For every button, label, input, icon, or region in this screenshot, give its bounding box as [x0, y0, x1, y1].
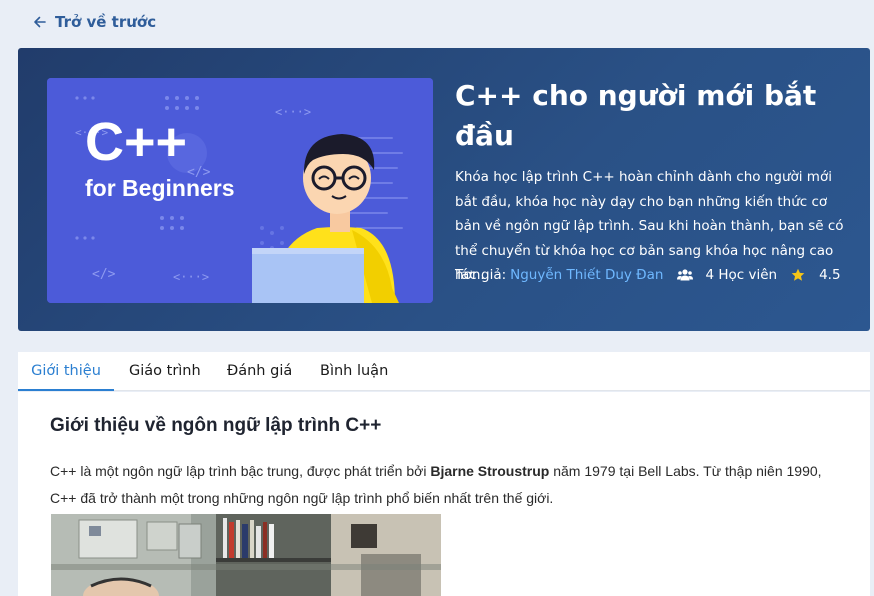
rating-value: 4.5	[819, 267, 841, 283]
tab-comments[interactable]: Bình luận	[320, 352, 388, 389]
back-link-label: Trở về trước	[55, 13, 157, 31]
users-icon	[677, 269, 694, 281]
course-thumbnail: </> </> <···> <···> <···> C++ for Beginn…	[47, 78, 433, 303]
svg-text:<···>: <···>	[275, 105, 311, 119]
course-thumbnail-illustration: </> </> <···> <···> <···> C++ for Beginn…	[47, 78, 433, 303]
svg-text:</>: </>	[92, 267, 116, 282]
student-count: 4 Học viên	[705, 267, 778, 283]
course-tabs: Giới thiệu Giáo trình Đánh giá Bình luận	[18, 352, 870, 391]
intro-paragraph: C++ là một ngôn ngữ lập trình bậc trung,…	[50, 458, 830, 511]
thumbnail-title-line1: C++	[85, 112, 187, 172]
arrow-left-icon	[34, 16, 46, 28]
intro-text-bold: Bjarne Stroustrup	[430, 463, 550, 479]
star-icon	[791, 268, 805, 281]
tab-reviews[interactable]: Đánh giá	[227, 352, 292, 389]
author-link[interactable]: Nguyễn Thiết Duy Đan	[510, 267, 663, 283]
intro-text-1: C++ là một ngôn ngữ lập trình bậc trung,…	[50, 463, 431, 479]
tab-introduction[interactable]: Giới thiệu	[18, 352, 114, 391]
tab-curriculum[interactable]: Giáo trình	[129, 352, 201, 389]
section-title: Giới thiệu về ngôn ngữ lập trình C++	[50, 415, 382, 436]
stroustrup-photo	[51, 514, 441, 596]
course-title: C++ cho người mới bắt đầu	[455, 79, 817, 152]
svg-text:<···>: <···>	[173, 270, 209, 284]
thumbnail-title-line2: for Beginners	[85, 175, 235, 201]
course-meta: Tác giả: Nguyễn Thiết Duy Đan 4 Học viên…	[455, 267, 841, 283]
tab-content: Giới thiệu về ngôn ngữ lập trình C++ C++…	[18, 392, 870, 596]
author-label: Tác giả:	[455, 267, 507, 283]
course-hero: </> </> <···> <···> <···> C++ for Beginn…	[18, 48, 870, 331]
back-link[interactable]: Trở về trước	[33, 13, 156, 31]
